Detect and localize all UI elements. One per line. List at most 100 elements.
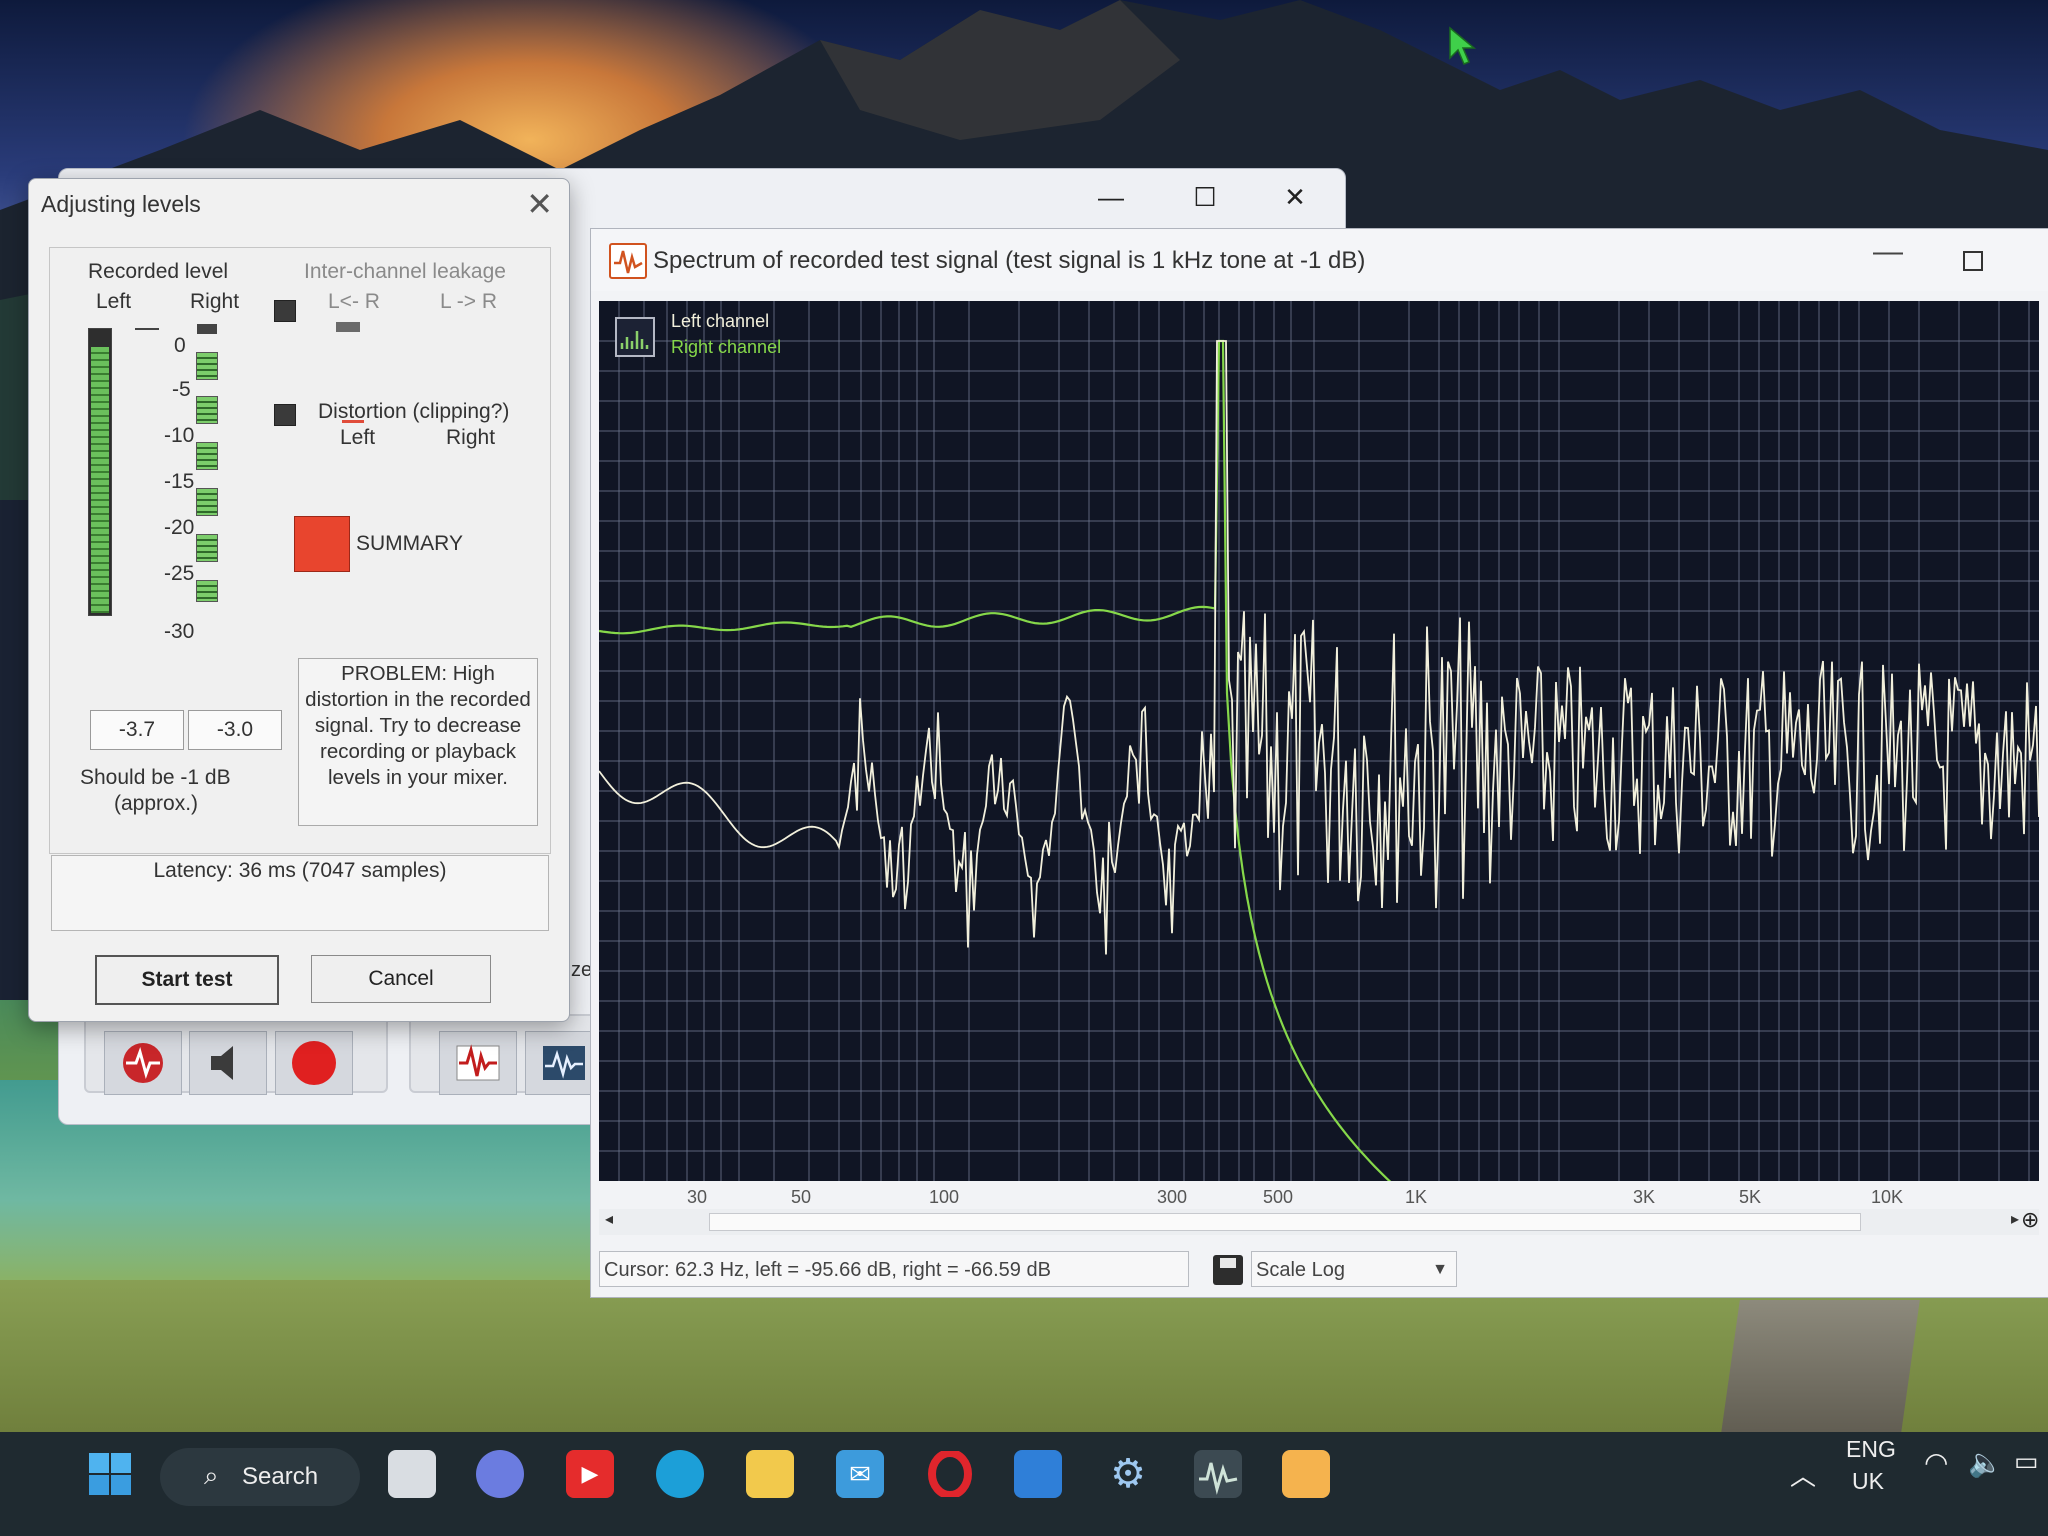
left-meter-fill: [91, 347, 109, 613]
x-tick: 30: [687, 1187, 708, 1207]
distortion-marker: [342, 420, 364, 423]
zoom-icon[interactable]: ⊕: [2021, 1207, 2047, 1233]
scale-tick: -30: [164, 620, 195, 643]
close-button[interactable]: ✕: [1273, 177, 1317, 217]
minimize-button[interactable]: —: [1873, 235, 1903, 269]
speaker-icon: [211, 1046, 233, 1080]
legend-left-channel: Left channel: [671, 311, 770, 331]
x-tick: 50: [791, 1187, 812, 1207]
scale-tick: -15: [164, 470, 195, 493]
waveform-blue-icon: [543, 1046, 585, 1080]
app-icon[interactable]: [1282, 1450, 1330, 1498]
search-icon: ⌕: [204, 1460, 219, 1490]
right-meter-segment: [196, 352, 218, 380]
scale-tick: 0: [174, 334, 186, 357]
right-meter-segment: [196, 580, 218, 602]
x-tick: 5K: [1739, 1187, 1762, 1207]
l-to-r-label: L -> R: [440, 290, 497, 313]
volume-icon[interactable]: 🔈: [1968, 1446, 2003, 1479]
close-icon[interactable]: ✕: [526, 185, 553, 223]
battery-icon[interactable]: ▭: [2014, 1446, 2039, 1477]
scroll-left-icon[interactable]: ◂: [605, 1209, 613, 1229]
chart-icon[interactable]: [615, 317, 655, 357]
approx-label: (approx.): [114, 792, 199, 815]
spectrum-app-taskbar-icon[interactable]: [1194, 1450, 1242, 1498]
left-channel-trace: [599, 340, 2039, 955]
store-icon[interactable]: [1014, 1450, 1062, 1498]
settings-icon[interactable]: ⚙: [1104, 1450, 1152, 1498]
recorded-level-label: Recorded level: [88, 260, 229, 283]
file-explorer-icon[interactable]: [746, 1450, 794, 1498]
spectrum-title: Spectrum of recorded test signal (test s…: [653, 247, 1366, 274]
minimize-button[interactable]: —: [1089, 177, 1133, 217]
record-test-icon: [123, 1043, 163, 1083]
leakage-indicator: [274, 300, 296, 322]
opera-icon[interactable]: [926, 1450, 974, 1498]
scale-tick: -10: [164, 424, 195, 447]
windows-icon: [89, 1453, 131, 1495]
scroll-right-icon[interactable]: ▸: [2011, 1209, 2019, 1229]
scale-tick: -5: [172, 378, 191, 401]
speaker-button[interactable]: [189, 1031, 267, 1095]
x-tick: 100: [929, 1187, 960, 1207]
record-test-button[interactable]: [104, 1031, 182, 1095]
left-level-meter: [88, 328, 112, 616]
summary-label: SUMMARY: [356, 532, 463, 555]
scale-tick: -25: [164, 562, 195, 585]
should-be-label: Should be -1 dB: [80, 766, 231, 789]
maximize-button[interactable]: [1963, 251, 1983, 271]
dialog-title: Adjusting levels: [41, 191, 201, 217]
scale-value: Log: [1311, 1259, 1345, 1281]
start-test-button[interactable]: Start test: [95, 955, 279, 1005]
left-level-value: -3.7: [90, 710, 184, 750]
chat-icon[interactable]: [476, 1450, 524, 1498]
language-top[interactable]: ENG: [1846, 1436, 1896, 1463]
youtube-icon[interactable]: ▶: [566, 1450, 614, 1498]
cursor-readout: Cursor: 62.3 Hz, left = -95.66 dB, right…: [599, 1251, 1189, 1287]
spectrum-plot[interactable]: Left channel Right channel: [599, 301, 2039, 1181]
waveform-button[interactable]: [439, 1031, 517, 1095]
wifi-icon[interactable]: ◠: [1924, 1446, 1948, 1479]
record-button[interactable]: [275, 1031, 353, 1095]
scale-tick: -20: [164, 516, 195, 539]
taskbar-search[interactable]: ⌕ Search: [160, 1448, 360, 1506]
start-button[interactable]: [86, 1450, 134, 1498]
right-meter-segment: [196, 396, 218, 424]
leakage-bar: [336, 322, 360, 332]
latency-info: Latency: 36 ms (7047 samples): [51, 855, 549, 931]
right-level-value: -3.0: [188, 710, 282, 750]
spectrum-titlebar: Spectrum of recorded test signal (test s…: [591, 229, 2048, 291]
legend-right-channel: Right channel: [671, 337, 782, 357]
save-icon[interactable]: [1213, 1255, 1243, 1285]
spectrum-app-icon: [609, 243, 647, 279]
maximize-button[interactable]: ☐: [1183, 177, 1227, 217]
horizontal-scrollbar[interactable]: ◂ ▸: [599, 1209, 2039, 1235]
right-label: Right: [190, 290, 240, 313]
x-tick: 500: [1263, 1187, 1294, 1207]
chevron-up-icon[interactable]: ︿: [1790, 1456, 1816, 1493]
level-marker: [197, 324, 217, 334]
record-icon: [292, 1041, 336, 1085]
distortion-left-label: Left: [340, 426, 376, 449]
cancel-button[interactable]: Cancel: [311, 955, 491, 1003]
spectrum-graph: [599, 301, 2039, 1181]
x-tick: 10K: [1871, 1187, 1904, 1207]
x-tick: 1K: [1405, 1187, 1428, 1207]
scale-label: Scale: [1256, 1259, 1307, 1281]
levels-group: Recorded level Left Right 0 -5 -10 -15 -…: [49, 247, 551, 854]
edge-icon[interactable]: [656, 1450, 704, 1498]
scrollbar-thumb[interactable]: [709, 1213, 1861, 1231]
waveform-red-icon: [456, 1044, 500, 1081]
right-level-meter: [135, 328, 159, 330]
scale-dropdown[interactable]: Scale Log ▼: [1251, 1251, 1457, 1287]
task-view-icon[interactable]: [388, 1450, 436, 1498]
distortion-right-label: Right: [446, 426, 496, 449]
left-label: Left: [96, 290, 132, 313]
inter-channel-leakage-label: Inter-channel leakage: [304, 260, 506, 283]
adjusting-levels-dialog: Adjusting levels ✕ Recorded level Left R…: [28, 178, 570, 1022]
chevron-down-icon: ▼: [1432, 1261, 1448, 1278]
x-tick: 300: [1157, 1187, 1188, 1207]
language-bottom[interactable]: UK: [1852, 1468, 1884, 1495]
search-label: Search: [242, 1463, 319, 1490]
mail-icon[interactable]: ✉: [836, 1450, 884, 1498]
